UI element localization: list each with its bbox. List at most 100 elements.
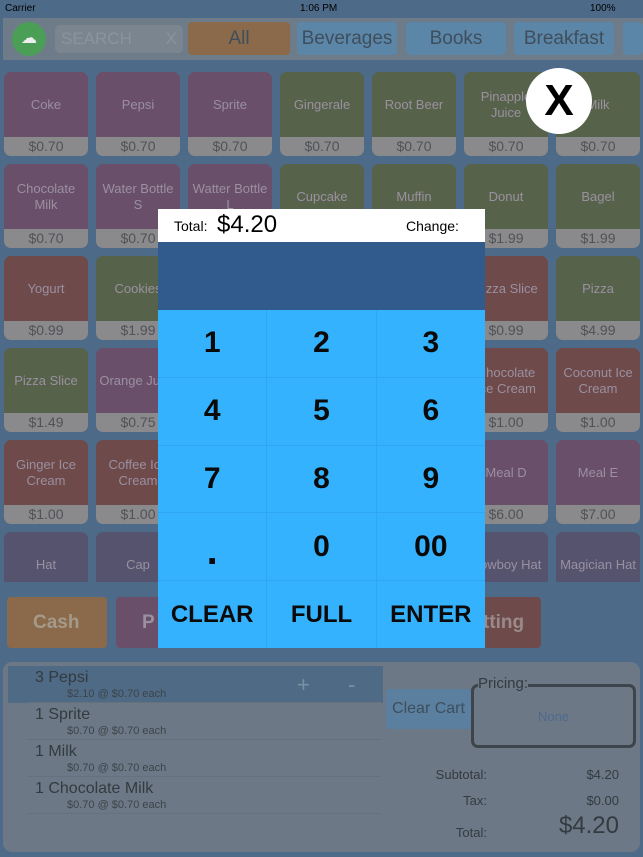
product-name: Root Beer — [384, 96, 444, 112]
tab-all[interactable]: All — [188, 22, 290, 55]
product-tile[interactable]: Pepsi $0.70 — [96, 72, 180, 156]
tax-label: Tax: — [463, 793, 487, 808]
product-price: $0.70 — [96, 137, 180, 156]
product-tile[interactable]: Gingerale $0.70 — [280, 72, 364, 156]
key-3[interactable]: 3 — [376, 310, 485, 377]
product-tile[interactable]: Ginger Ice Cream $1.00 — [4, 440, 88, 524]
cash-button[interactable]: Cash — [7, 597, 107, 648]
pricing-value: None — [537, 709, 570, 724]
search-placeholder: SEARCH — [61, 29, 132, 48]
amount-display — [158, 242, 485, 310]
product-tile[interactable]: Coconut Ice Cream $1.00 — [556, 348, 640, 432]
product-price: $7.00 — [556, 505, 640, 524]
key-5[interactable]: 5 — [267, 377, 376, 445]
key-00[interactable]: 00 — [376, 513, 485, 581]
product-name: Magician Hat — [560, 557, 636, 572]
pricing-box[interactable]: Pricing: None — [471, 675, 636, 748]
key-enter[interactable]: ENTER — [376, 581, 485, 648]
key-6[interactable]: 6 — [376, 377, 485, 445]
product-price: $0.70 — [556, 137, 640, 156]
product-tile[interactable]: Bagel $1.99 — [556, 164, 640, 248]
increment-button[interactable]: + — [297, 672, 310, 698]
product-price: $0.70 — [4, 137, 88, 156]
cart-item-detail: $0.70 @ $0.70 each — [67, 799, 167, 811]
clock: 1:06 PM — [300, 3, 338, 14]
key-8[interactable]: 8 — [267, 445, 376, 513]
cart-item-title: 1 Sprite — [35, 706, 91, 723]
cart-item-detail: $0.70 @ $0.70 each — [67, 762, 167, 774]
battery: 100% — [590, 3, 616, 14]
product-name: Ginger Ice Cream — [16, 456, 76, 488]
product-price: $0.99 — [4, 321, 88, 340]
decrement-button[interactable]: - — [348, 672, 355, 698]
status-bar: Carrier 1:06 PM 100% — [0, 0, 643, 18]
carrier: Carrier — [5, 3, 36, 14]
product-tile[interactable]: Root Beer $0.70 — [372, 72, 456, 156]
key-7[interactable]: 7 — [158, 445, 267, 513]
keypad-total-label: Total: — [174, 218, 208, 234]
clear-cart-button[interactable]: Clear Cart — [386, 689, 471, 729]
product-price: $0.70 — [464, 137, 548, 156]
product-price: $0.70 — [4, 229, 88, 248]
payment-keypad-dialog: Total: $4.20 Change: 1 2 3 4 5 6 7 8 9. 0 00 CLEAR F… — [158, 209, 485, 648]
product-name: Meal E — [577, 464, 619, 480]
product-name: Chocolate Milk — [16, 180, 76, 212]
cart-item[interactable]: 1 Milk $0.70 @ $0.70 each — [27, 740, 381, 777]
cart-item[interactable]: 1 Chocolate Milk $0.70 @ $0.70 each — [27, 777, 381, 814]
tab-books[interactable]: Books — [406, 22, 506, 55]
product-price: $1.49 — [4, 413, 88, 432]
total-value: $4.20 — [558, 812, 619, 839]
product-price: $1.00 — [4, 505, 88, 524]
product-tile[interactable]: Sprite $0.70 — [188, 72, 272, 156]
product-tile[interactable]: Pizza $4.99 — [556, 256, 640, 340]
product-name: Coke — [30, 96, 62, 112]
product-tile[interactable]: Chocolate Milk $0.70 — [4, 164, 88, 248]
key-clear[interactable]: CLEAR — [158, 581, 267, 648]
product-tile[interactable]: Coke $0.70 — [4, 72, 88, 156]
key-2[interactable]: 2 — [267, 310, 376, 377]
cart-panel: 3 Pepsi $2.10 @ $0.70 each 1 Sprite $0.70 @… — [3, 662, 640, 852]
clear-search-icon[interactable]: X — [166, 29, 177, 49]
product-price: $1.00 — [556, 413, 640, 432]
cart-item[interactable]: 3 Pepsi $2.10 @ $0.70 each — [27, 666, 381, 703]
product-tile[interactable]: Hat — [4, 532, 88, 582]
product-tile[interactable]: Pizza Slice $1.49 — [4, 348, 88, 432]
product-price: $0.70 — [280, 137, 364, 156]
tab-more[interactable] — [623, 22, 643, 55]
keypad-header: Total: $4.20 Change: — [158, 209, 485, 242]
top-bar: ☁ SEARCH X All Beverages Books Breakfast — [3, 18, 643, 60]
tab-beverages[interactable]: Beverages — [297, 22, 397, 55]
keypad: 1 2 3 4 5 6 7 8 9. 0 00 CLEAR FULL ENTER — [158, 310, 485, 648]
key-0[interactable]: 0 — [267, 513, 376, 581]
key-9[interactable]: 9 — [376, 445, 485, 513]
product-tile[interactable]: Magician Hat — [556, 532, 640, 582]
product-name: Sprite — [213, 96, 247, 112]
subtotal-label: Subtotal: — [435, 767, 487, 782]
product-name: Yogurt — [27, 280, 65, 296]
subtotal-value: $4.20 — [586, 767, 619, 782]
product-price: $0.70 — [188, 137, 272, 156]
product-name: Hat — [35, 557, 57, 572]
tab-breakfast[interactable]: Breakfast — [514, 22, 614, 55]
change-label: Change: — [406, 218, 459, 234]
product-name: Coconut Ice Cream — [563, 364, 633, 396]
product-name: Pizza Slice — [14, 372, 78, 388]
key-decimal[interactable]: . — [158, 513, 267, 581]
key-4[interactable]: 4 — [158, 377, 267, 445]
product-price: $0.70 — [372, 137, 456, 156]
product-price: $4.99 — [556, 321, 640, 340]
cart-item[interactable]: 1 Sprite $0.70 @ $0.70 each — [27, 703, 381, 740]
cart-item-detail: $2.10 @ $0.70 each — [67, 688, 167, 700]
key-full[interactable]: FULL — [267, 581, 376, 648]
keypad-total-value: $4.20 — [217, 211, 278, 238]
cart-item-title: 3 Pepsi — [35, 669, 89, 686]
cart-item-title: 1 Chocolate Milk — [35, 780, 154, 797]
tax-value: $0.00 — [586, 793, 619, 808]
product-tile[interactable]: Meal E $7.00 — [556, 440, 640, 524]
product-tile[interactable]: Yogurt $0.99 — [4, 256, 88, 340]
cloud-upload-icon[interactable]: ☁ — [12, 22, 46, 56]
product-name: Gingerale — [293, 96, 351, 112]
close-button[interactable]: X — [526, 68, 592, 134]
key-1[interactable]: 1 — [158, 310, 267, 377]
search-input[interactable]: SEARCH X — [55, 25, 183, 53]
